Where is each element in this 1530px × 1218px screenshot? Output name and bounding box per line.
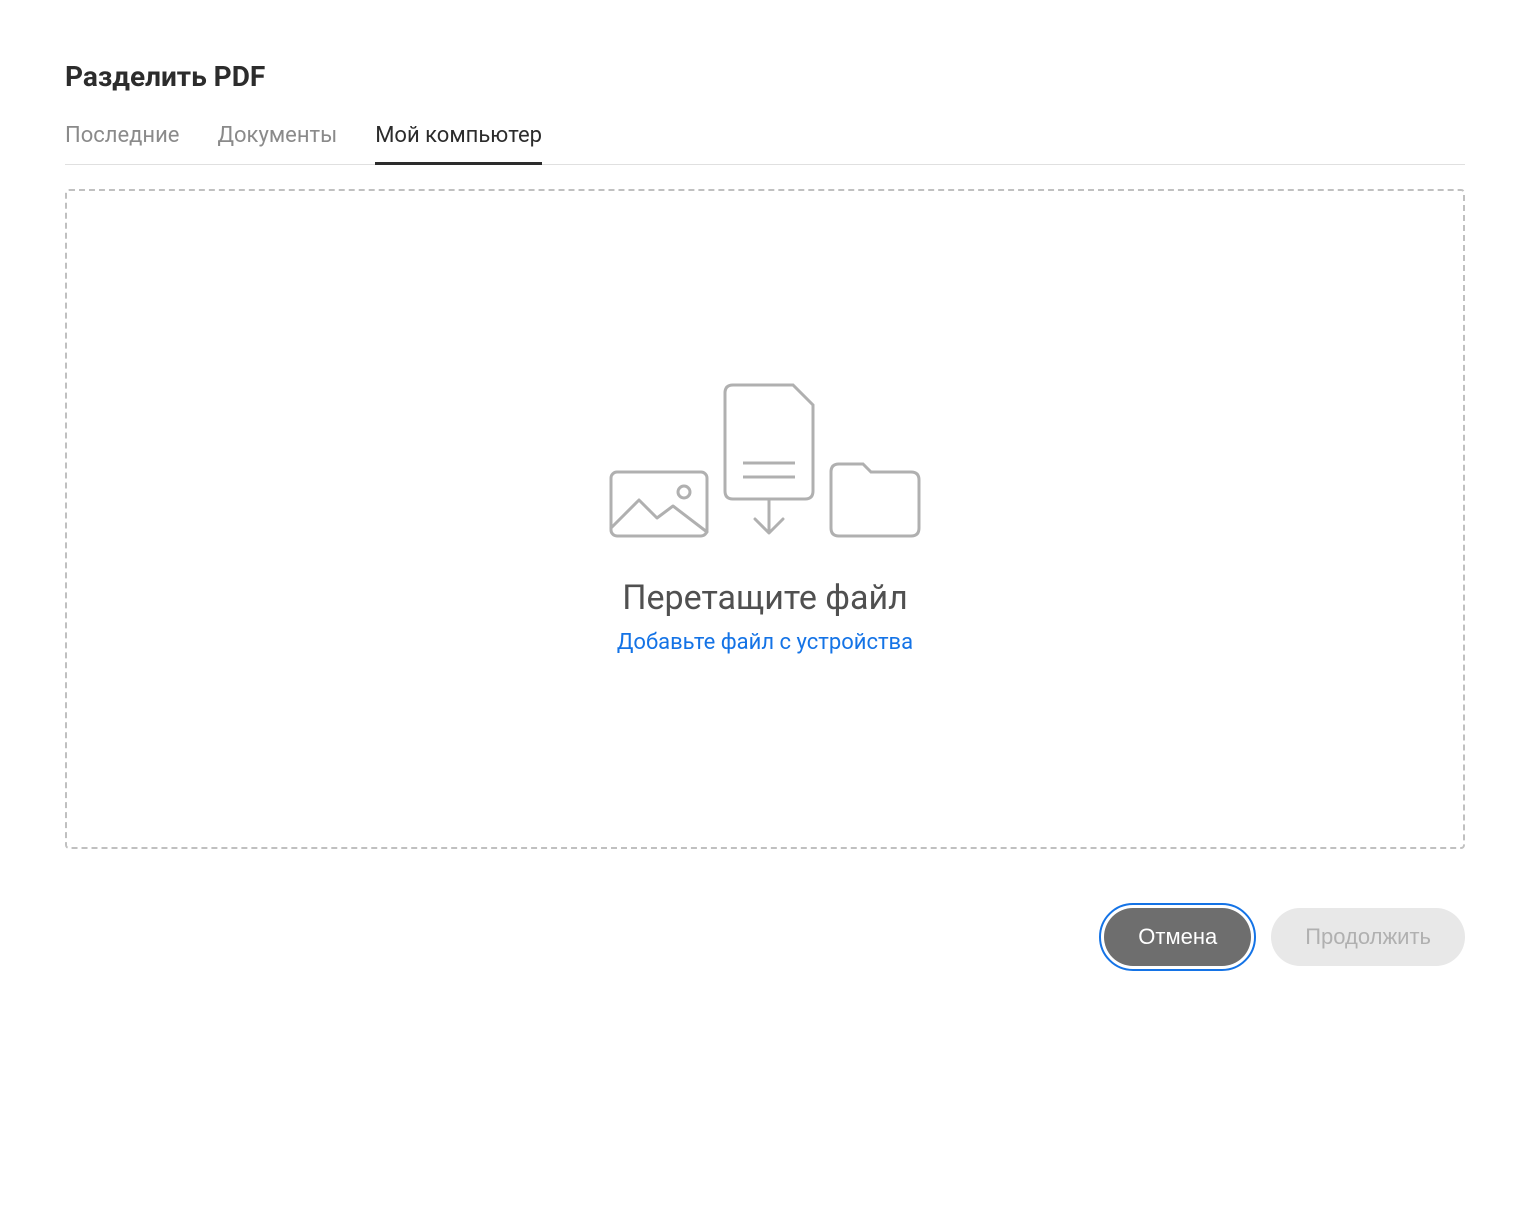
footer-buttons: Отмена Продолжить: [1104, 908, 1465, 966]
document-download-icon: [723, 383, 815, 538]
continue-button: Продолжить: [1271, 908, 1465, 966]
page-title: Разделить PDF: [65, 60, 1465, 93]
add-file-link[interactable]: Добавьте файл с устройства: [617, 630, 913, 655]
tab-recent[interactable]: Последние: [65, 123, 179, 165]
tab-documents[interactable]: Документы: [217, 123, 337, 165]
image-icon: [609, 470, 709, 538]
cancel-button[interactable]: Отмена: [1104, 908, 1251, 966]
folder-icon: [829, 456, 921, 538]
tab-my-computer[interactable]: Мой компьютер: [375, 123, 542, 165]
tabs-container: Последние Документы Мой компьютер: [65, 123, 1465, 165]
dropzone-icon-group: [609, 383, 921, 538]
dropzone-heading: Перетащите файл: [622, 578, 908, 618]
file-dropzone[interactable]: Перетащите файл Добавьте файл с устройст…: [65, 189, 1465, 849]
